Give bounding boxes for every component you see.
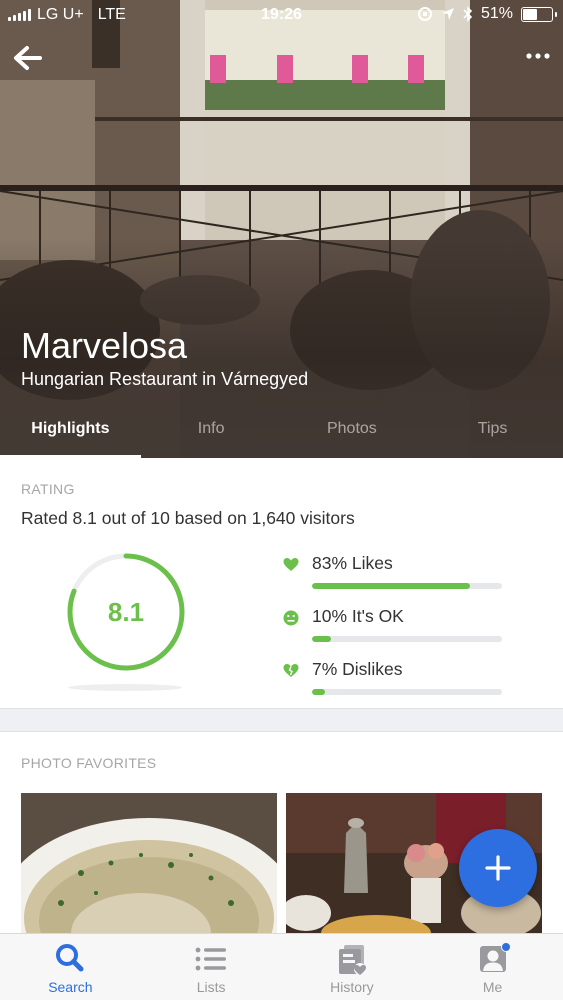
plus-icon	[485, 855, 511, 881]
nav-history-label: History	[330, 979, 374, 995]
section-divider	[0, 708, 563, 732]
tab-photos[interactable]: Photos	[282, 400, 423, 458]
status-bar: LG U+ LTE 19:26 51%	[0, 0, 563, 30]
bottom-tab-bar: Search Lists History Me	[0, 933, 563, 1000]
rating-score: 8.1	[107, 597, 145, 627]
ok-bar-fill	[312, 636, 331, 642]
rating-summary: Rated 8.1 out of 10 based on 1,640 visit…	[21, 508, 355, 528]
venue-hero: LG U+ LTE 19:26 51% Marvelosa Hungarian …	[0, 0, 563, 458]
dislikes-bar	[312, 689, 502, 695]
nav-lists[interactable]: Lists	[141, 934, 282, 1000]
ok-bar	[312, 636, 502, 642]
history-icon	[338, 945, 366, 975]
lock-rotation-icon	[417, 7, 432, 21]
back-arrow-icon[interactable]	[10, 40, 46, 76]
tab-info[interactable]: Info	[141, 400, 282, 458]
ok-label: 10% It's OK	[312, 606, 404, 626]
bluetooth-icon	[463, 6, 473, 22]
more-dots-icon[interactable]	[523, 44, 553, 68]
gauge-shadow	[68, 684, 182, 691]
broken-heart-icon	[283, 664, 299, 677]
nav-me[interactable]: Me	[422, 934, 563, 1000]
notification-dot	[500, 942, 511, 952]
list-icon	[195, 947, 227, 971]
nav-search[interactable]: Search	[0, 934, 141, 1000]
nav-search-label: Search	[48, 979, 93, 995]
rating-ok: 10% It's OK	[282, 606, 507, 642]
venue-tabs: Highlights Info Photos Tips	[0, 400, 563, 458]
dislikes-label: 7% Dislikes	[312, 659, 403, 679]
heart-icon	[283, 558, 299, 571]
tab-highlights[interactable]: Highlights	[0, 400, 141, 458]
photo-favorite-soup[interactable]	[21, 793, 277, 938]
rating-likes: 83% Likes	[282, 553, 507, 589]
battery-icon	[521, 6, 557, 22]
venue-category-location: Hungarian Restaurant in Várnegyed	[21, 369, 309, 389]
tab-tips[interactable]: Tips	[422, 400, 563, 458]
venue-name: Marvelosa	[21, 325, 188, 366]
nav-me-label: Me	[482, 979, 503, 995]
photo-favorites-label: PHOTO FAVORITES	[21, 755, 157, 771]
location-icon	[441, 8, 454, 20]
likes-label: 83% Likes	[312, 553, 393, 573]
battery-percent: 51%	[480, 5, 513, 22]
likes-bar-fill	[312, 583, 470, 589]
neutral-face-icon	[283, 610, 299, 626]
likes-bar	[312, 583, 502, 589]
nav-history[interactable]: History	[282, 934, 423, 1000]
nav-lists-label: Lists	[196, 979, 226, 995]
add-fab-button[interactable]	[459, 829, 537, 907]
search-icon	[56, 944, 84, 972]
rating-dislikes: 7% Dislikes	[282, 659, 507, 695]
dislikes-bar-fill	[312, 689, 326, 695]
rating-section-label: RATING	[21, 481, 75, 497]
soup-photo	[21, 793, 277, 938]
